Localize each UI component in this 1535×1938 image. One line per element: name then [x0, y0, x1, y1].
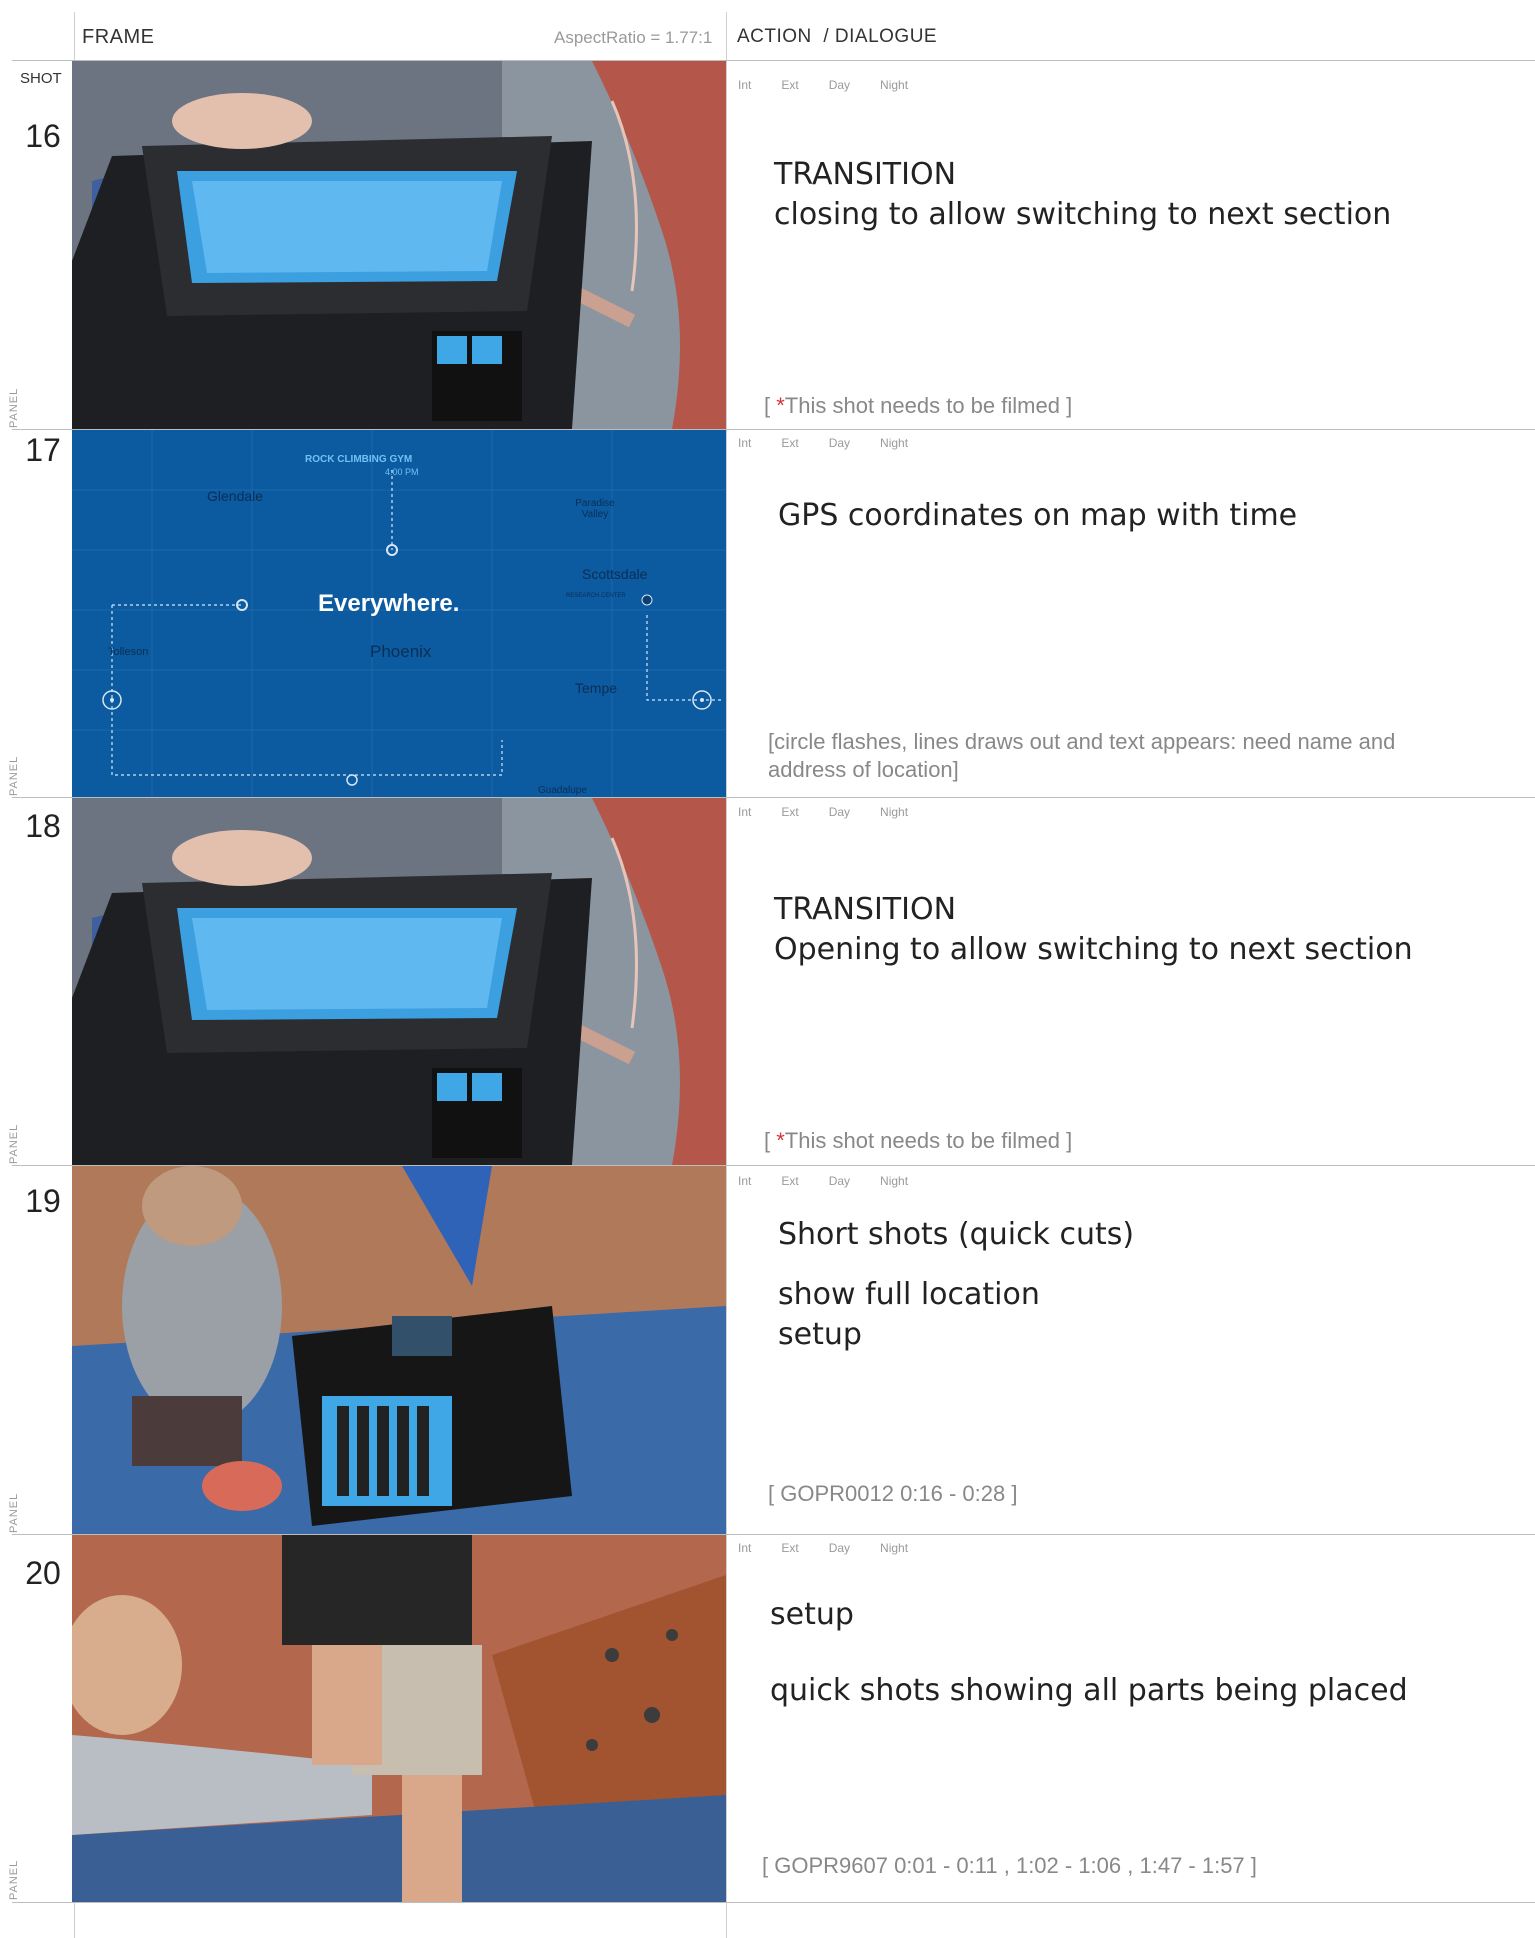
panel-label-19: PANEL	[8, 1492, 20, 1533]
action-line: GPS coordinates on map with time	[778, 498, 1298, 533]
row-divider-20	[12, 1902, 1535, 1903]
shot-18-frame-image	[72, 798, 726, 1165]
shot-20-frame-image	[72, 1535, 726, 1902]
shot-17-map-frame: ROCK CLIMBING GYM 4:00 PM Glendale Parad…	[72, 430, 726, 797]
map-guadalupe: Guadalupe	[538, 785, 587, 796]
map-time-label: 4:00 PM	[385, 467, 419, 477]
tag-night[interactable]: Night	[880, 78, 908, 92]
tag-night[interactable]: Night	[880, 1541, 908, 1555]
shot-19-note: [ GOPR0012 0:16 - 0:28 ]	[768, 1481, 1018, 1506]
map-research-center: RESEARCH CENTER	[566, 593, 626, 599]
panel-label-18: PANEL	[8, 1123, 20, 1164]
map-tolleson: Tolleson	[108, 646, 149, 658]
tag-int[interactable]: Int	[738, 1174, 751, 1188]
action-line: Short shots (quick cuts)	[778, 1217, 1135, 1252]
scene-tags-20: Int Ext Day Night	[738, 1541, 938, 1555]
action-line: show full location	[778, 1277, 1040, 1312]
tag-ext[interactable]: Ext	[781, 805, 798, 819]
tag-int[interactable]: Int	[738, 436, 751, 450]
note-text: This shot needs to be filmed	[784, 393, 1060, 418]
tag-day[interactable]: Day	[829, 78, 850, 92]
map-gym-label: ROCK CLIMBING GYM	[305, 454, 413, 465]
action-line: setup	[778, 1317, 862, 1352]
map-phoenix: Phoenix	[370, 642, 432, 661]
map-glendale: Glendale	[207, 488, 264, 504]
tag-int[interactable]: Int	[738, 78, 751, 92]
action-line: TRANSITION	[774, 892, 957, 927]
tag-night[interactable]: Night	[880, 805, 908, 819]
frame-column-header: FRAME	[82, 26, 155, 48]
scene-tags-18: Int Ext Day Night	[738, 805, 938, 819]
panel-label-20: PANEL	[8, 1859, 20, 1900]
shot-column-header: SHOT	[20, 70, 62, 87]
shot-18-note: [ *This shot needs to be filmed ]	[764, 1128, 1073, 1153]
tag-day[interactable]: Day	[829, 436, 850, 450]
tag-day[interactable]: Day	[829, 1541, 850, 1555]
frame-column-right-border	[726, 12, 727, 1938]
map-headline: Everywhere.	[318, 590, 460, 617]
required-marker: *	[776, 393, 785, 418]
tag-night[interactable]: Night	[880, 436, 908, 450]
shot-16-action: TRANSITION closing to allow switching to…	[774, 155, 1391, 235]
panel-label-16: PANEL	[8, 387, 20, 428]
note-text: This shot needs to be filmed	[784, 1128, 1060, 1153]
tag-int[interactable]: Int	[738, 805, 751, 819]
action-line: closing to allow switching to next secti…	[774, 197, 1392, 232]
panel-label-17: PANEL	[8, 755, 20, 796]
shot-19-frame-image	[72, 1166, 726, 1534]
tag-ext[interactable]: Ext	[781, 1541, 798, 1555]
shot-18-action: TRANSITION Opening to allow switching to…	[774, 890, 1413, 970]
action-line: setup	[770, 1597, 854, 1632]
scene-tags-17: Int Ext Day Night	[738, 436, 938, 450]
action-line: Opening to allow switching to next secti…	[774, 932, 1413, 967]
tag-ext[interactable]: Ext	[781, 436, 798, 450]
map-tempe: Tempe	[575, 680, 618, 696]
aspect-ratio-label: AspectRatio = 1.77:1	[554, 28, 713, 47]
scene-tags-16: Int Ext Day Night	[738, 78, 938, 92]
shot-20-action: setup quick shots showing all parts bein…	[770, 1595, 1408, 1711]
shot-20-note: [ GOPR9607 0:01 - 0:11 , 1:02 - 1:06 , 1…	[762, 1853, 1257, 1878]
tag-ext[interactable]: Ext	[781, 1174, 798, 1188]
action-dialogue-header: ACTION / DIALOGUE	[737, 26, 938, 47]
action-line: TRANSITION	[774, 157, 957, 192]
tag-int[interactable]: Int	[738, 1541, 751, 1555]
shot-17-action: GPS coordinates on map with time	[778, 496, 1297, 536]
tag-ext[interactable]: Ext	[781, 78, 798, 92]
shot-16-note: [ *This shot needs to be filmed ]	[764, 393, 1073, 418]
map-paradise-valley: Paradise Valley	[575, 498, 615, 520]
tag-day[interactable]: Day	[829, 805, 850, 819]
tag-day[interactable]: Day	[829, 1174, 850, 1188]
action-line: quick shots showing all parts being plac…	[770, 1673, 1408, 1708]
shot-16-frame-image	[72, 61, 726, 429]
shot-17-note: [circle flashes, lines draws out and tex…	[768, 729, 1396, 782]
shot-19-action: Short shots (quick cuts) show full locat…	[778, 1215, 1134, 1355]
map-scottsdale: Scottsdale	[582, 566, 648, 582]
scene-tags-19: Int Ext Day Night	[738, 1174, 938, 1188]
required-marker: *	[776, 1128, 785, 1153]
tag-night[interactable]: Night	[880, 1174, 908, 1188]
